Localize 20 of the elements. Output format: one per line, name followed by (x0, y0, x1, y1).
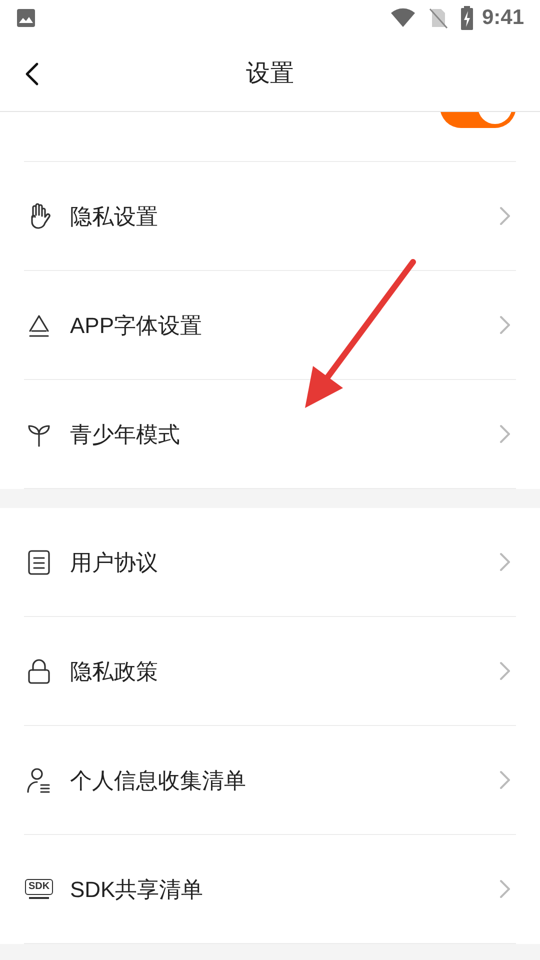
chevron-right-icon (498, 660, 512, 682)
row-label: APP字体设置 (70, 312, 202, 340)
row-label: 隐私设置 (70, 202, 158, 230)
no-sim-icon (428, 7, 448, 29)
row-label: 青少年模式 (70, 420, 180, 448)
chevron-right-icon (498, 878, 512, 900)
image-icon (16, 8, 36, 28)
clock-time: 9:41 (482, 5, 524, 32)
row-label: 个人信息收集清单 (70, 766, 246, 794)
row-label: SDK共享清单 (70, 876, 204, 904)
chevron-right-icon (498, 769, 512, 791)
wifi-icon (390, 8, 416, 28)
page-title: 设置 (246, 58, 294, 88)
row-label: 隐私政策 (70, 658, 158, 686)
row-label: 用户协议 (70, 548, 158, 576)
chevron-right-icon (498, 314, 512, 336)
chevron-right-icon (498, 551, 512, 573)
chevron-right-icon (498, 423, 512, 445)
battery-charging-icon (460, 6, 474, 30)
chevron-right-icon (498, 205, 512, 227)
